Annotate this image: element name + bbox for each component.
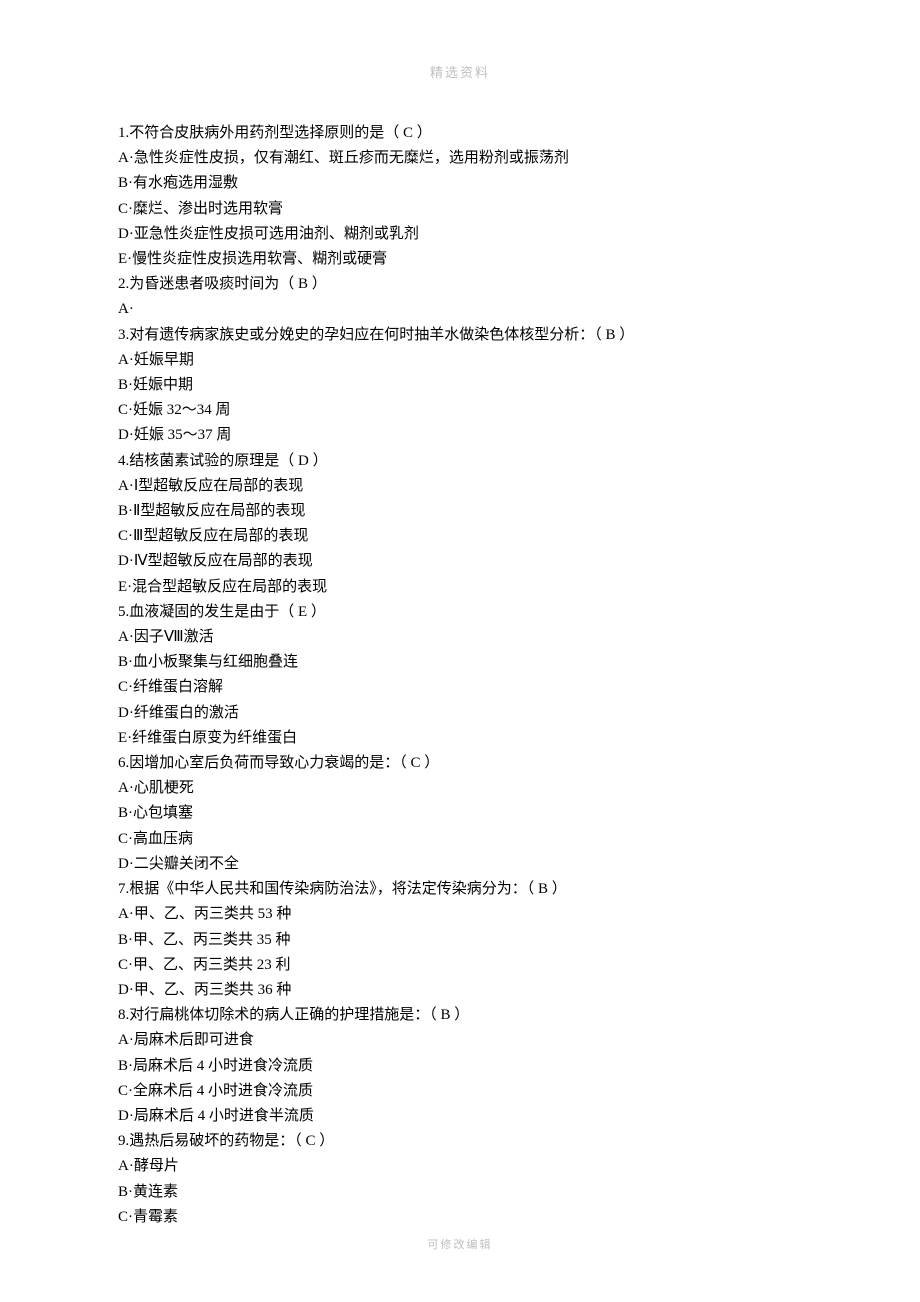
text-line: B·心包填塞 [118,801,802,826]
text-line: C·青霉素 [118,1205,802,1230]
text-line: B·有水疱选用湿敷 [118,171,802,196]
text-line: E·慢性炎症性皮损选用软膏、糊剂或硬膏 [118,247,802,272]
page-footer-label: 可修改编辑 [0,1236,920,1252]
text-line: C·全麻术后 4 小时进食冷流质 [118,1079,802,1104]
text-line: A·Ⅰ型超敏反应在局部的表现 [118,474,802,499]
text-line: E·纤维蛋白原变为纤维蛋白 [118,726,802,751]
text-line: D·纤维蛋白的激活 [118,701,802,726]
text-line: A·因子Ⅷ激活 [118,625,802,650]
text-line: D·甲、乙、丙三类共 36 种 [118,978,802,1003]
text-line: D·Ⅳ型超敏反应在局部的表现 [118,549,802,574]
text-line: 8.对行扁桃体切除术的病人正确的护理措施是：（ B ） [118,1003,802,1028]
document-body: 1.不符合皮肤病外用药剂型选择原则的是（ C ） A·急性炎症性皮损，仅有潮红、… [0,81,920,1230]
text-line: C·糜烂、渗出时选用软膏 [118,197,802,222]
text-line: D·妊娠 35～37 周 [118,423,802,448]
text-line: C·妊娠 32～34 周 [118,398,802,423]
text-line: B·Ⅱ型超敏反应在局部的表现 [118,499,802,524]
text-line: C·甲、乙、丙三类共 23 利 [118,953,802,978]
text-line: C·Ⅲ型超敏反应在局部的表现 [118,524,802,549]
text-line: A·心肌梗死 [118,776,802,801]
text-line: C·高血压病 [118,827,802,852]
text-line: A·急性炎症性皮损，仅有潮红、斑丘疹而无糜烂，选用粉剂或振荡剂 [118,146,802,171]
text-line: A·酵母片 [118,1154,802,1179]
text-line: 3.对有遗传病家族史或分娩史的孕妇应在何时抽羊水做染色体核型分析：（ B ） [118,323,802,348]
text-line: A·局麻术后即可进食 [118,1028,802,1053]
text-line: C·纤维蛋白溶解 [118,675,802,700]
text-line: B·甲、乙、丙三类共 35 种 [118,928,802,953]
text-line: E·混合型超敏反应在局部的表现 [118,575,802,600]
text-line: B·黄连素 [118,1180,802,1205]
text-line: A· [118,297,802,322]
text-line: A·甲、乙、丙三类共 53 种 [118,902,802,927]
text-line: D·局麻术后 4 小时进食半流质 [118,1104,802,1129]
text-line: B·局麻术后 4 小时进食冷流质 [118,1054,802,1079]
text-line: 1.不符合皮肤病外用药剂型选择原则的是（ C ） [118,121,802,146]
text-line: 2.为昏迷患者吸痰时间为（ B ） [118,272,802,297]
text-line: 5.血液凝固的发生是由于（ E ） [118,600,802,625]
text-line: A·妊娠早期 [118,348,802,373]
text-line: 9.遇热后易破坏的药物是：（ C ） [118,1129,802,1154]
text-line: 7.根据《中华人民共和国传染病防治法》，将法定传染病分为：（ B ） [118,877,802,902]
text-line: B·血小板聚集与红细胞叠连 [118,650,802,675]
text-line: 4.结核菌素试验的原理是（ D ） [118,449,802,474]
text-line: D·二尖瓣关闭不全 [118,852,802,877]
page-header-label: 精选资料 [0,0,920,81]
text-line: D·亚急性炎症性皮损可选用油剂、糊剂或乳剂 [118,222,802,247]
text-line: B·妊娠中期 [118,373,802,398]
text-line: 6.因增加心室后负荷而导致心力衰竭的是：（ C ） [118,751,802,776]
